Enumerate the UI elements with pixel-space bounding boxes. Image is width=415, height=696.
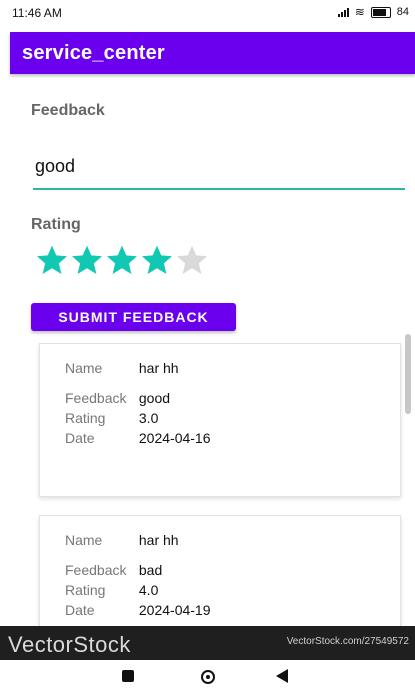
system-nav-bar xyxy=(0,660,415,696)
circle-icon[interactable] xyxy=(201,670,215,684)
card-value: 2024-04-19 xyxy=(138,602,211,618)
feedback-input[interactable] xyxy=(33,144,405,190)
submit-feedback-button[interactable]: SUBMIT FEEDBACK xyxy=(31,303,236,331)
square-icon[interactable] xyxy=(122,670,134,682)
card-row-feedback: Feedback bad xyxy=(65,562,162,578)
card-row-name: Name har hh xyxy=(65,532,179,548)
card-value: har hh xyxy=(138,360,179,376)
card-key: Date xyxy=(65,602,95,618)
wifi-icon: ≋ xyxy=(354,5,365,19)
card-value: 3.0 xyxy=(138,410,159,426)
cellular-signal-icon xyxy=(337,7,349,17)
card-value: 4.0 xyxy=(138,582,159,598)
star-icon-2[interactable] xyxy=(70,243,104,277)
battery-icon xyxy=(370,6,391,18)
card-key: Name xyxy=(65,360,103,376)
screen: 11:46 AM ≋ 84 service_center Feedback Ra… xyxy=(0,0,415,696)
feedback-card: Name har hh Feedback good Rating 3.0 Dat… xyxy=(39,343,401,497)
card-value: bad xyxy=(138,562,163,578)
star-icon-1[interactable] xyxy=(35,243,69,277)
card-key: Rating xyxy=(65,582,106,598)
scrollbar[interactable] xyxy=(405,334,411,414)
card-key: Name xyxy=(65,532,103,548)
star-icon-5[interactable] xyxy=(175,243,209,277)
card-row-rating: Rating 4.0 xyxy=(65,582,158,598)
rating-bar[interactable] xyxy=(35,243,209,277)
card-key: Feedback xyxy=(65,562,127,578)
status-bar: 11:46 AM ≋ 84 xyxy=(0,0,415,26)
battery-level: 84 xyxy=(396,6,409,18)
feedback-label: Feedback xyxy=(31,102,105,119)
rating-label: Rating xyxy=(31,216,81,233)
star-icon-3[interactable] xyxy=(105,243,139,277)
card-row-date: Date 2024-04-19 xyxy=(65,602,211,618)
status-time: 11:46 AM xyxy=(12,6,62,20)
triangle-back-icon[interactable] xyxy=(276,669,288,683)
card-value: 2024-04-16 xyxy=(138,430,211,446)
app-bar: service_center xyxy=(10,32,415,74)
card-key: Date xyxy=(65,430,95,446)
watermark-url: VectorStock.com/27549572 xyxy=(286,636,409,647)
card-value: har hh xyxy=(138,532,179,548)
star-icon-4[interactable] xyxy=(140,243,174,277)
watermark-logo: VectorStock xyxy=(8,632,131,657)
watermark-bar: VectorStock VectorStock.com/27549572 xyxy=(0,626,415,660)
card-row-name: Name har hh xyxy=(65,360,179,376)
status-icons: ≋ 84 xyxy=(337,5,409,19)
card-row-date: Date 2024-04-16 xyxy=(65,430,211,446)
card-key: Feedback xyxy=(65,390,127,406)
card-value: good xyxy=(138,390,171,406)
card-row-rating: Rating 3.0 xyxy=(65,410,158,426)
card-key: Rating xyxy=(65,410,106,426)
card-row-feedback: Feedback good xyxy=(65,390,170,406)
app-title: service_center xyxy=(22,41,165,64)
